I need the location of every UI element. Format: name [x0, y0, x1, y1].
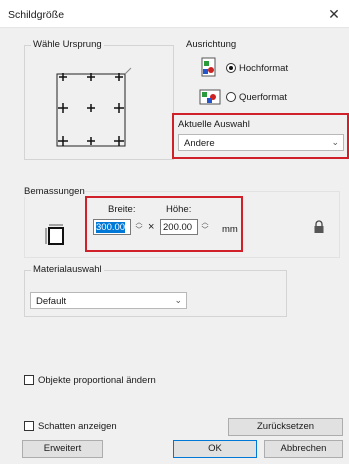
portrait-radio[interactable]	[226, 63, 236, 73]
times-sign: ×	[148, 221, 155, 233]
title-bar: Schildgröße ✕	[0, 0, 349, 28]
current-selection-label: Aktuelle Auswahl	[178, 119, 250, 130]
material-dropdown[interactable]: Default ⌄	[30, 292, 187, 309]
dimensions-group-label: Bemassungen	[24, 186, 85, 197]
landscape-radio[interactable]	[226, 92, 236, 102]
chevron-down-icon: ⌄	[174, 295, 182, 305]
portrait-label[interactable]: Hochformat	[239, 63, 288, 74]
width-spinner-up[interactable]: ︿	[135, 219, 143, 226]
origin-group: Wähle Ursprung	[24, 39, 175, 161]
landscape-label[interactable]: Querformat	[239, 92, 287, 103]
height-label: Höhe:	[166, 204, 192, 215]
height-spinner-up[interactable]: ︿	[201, 219, 209, 226]
shadow-checkbox[interactable]	[24, 421, 34, 431]
dimension-frame-icon	[45, 224, 64, 245]
orientation-label: Ausrichtung	[186, 39, 237, 50]
width-label: Breite:	[108, 204, 136, 215]
current-selection-dropdown[interactable]: Andere ⌄	[178, 134, 344, 151]
material-value: Default	[36, 296, 67, 307]
window-title: Schildgröße	[8, 9, 65, 21]
height-input[interactable]: 200.00	[160, 219, 198, 235]
advanced-button[interactable]: Erweitert	[22, 440, 103, 458]
chevron-down-icon: ⌄	[331, 137, 339, 147]
shadow-label[interactable]: Schatten anzeigen	[38, 421, 117, 432]
close-icon[interactable]: ✕	[325, 5, 343, 23]
height-spinner-down[interactable]: ﹀	[201, 227, 209, 234]
current-selection-value: Andere	[184, 138, 215, 149]
cancel-button[interactable]: Abbrechen	[264, 440, 343, 458]
proportional-label[interactable]: Objekte proportional ändern	[38, 375, 156, 386]
unit-label: mm	[222, 224, 238, 235]
reset-button[interactable]: Zurücksetzen	[228, 418, 343, 436]
origin-grid-icon[interactable]	[25, 46, 175, 161]
lock-icon[interactable]	[313, 220, 325, 234]
ok-button[interactable]: OK	[173, 440, 257, 458]
width-input[interactable]: 300.00	[93, 219, 131, 235]
proportional-checkbox[interactable]	[24, 375, 34, 385]
landscape-page-icon[interactable]	[199, 87, 221, 105]
width-spinner-down[interactable]: ﹀	[135, 227, 143, 234]
portrait-page-icon[interactable]	[199, 57, 217, 77]
material-group-label: Materialauswahl	[31, 264, 104, 275]
